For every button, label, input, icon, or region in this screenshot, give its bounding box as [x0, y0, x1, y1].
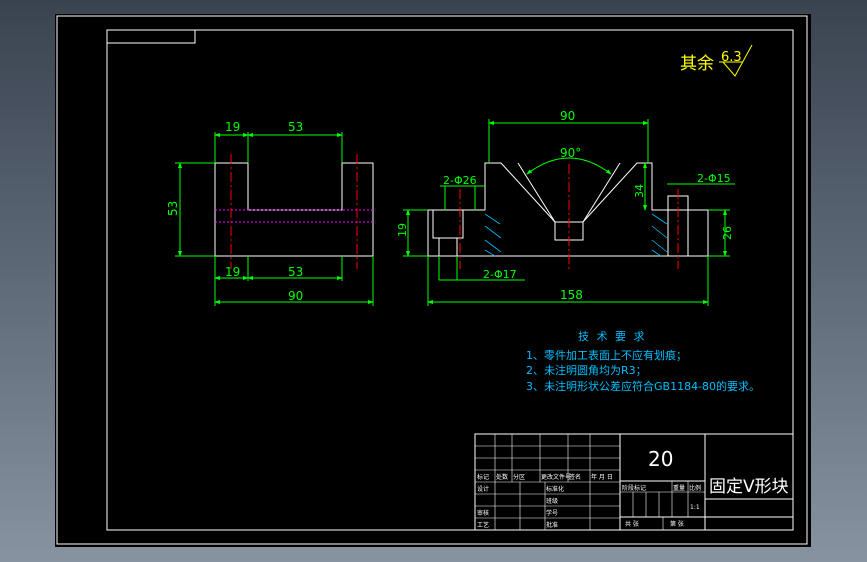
tb-review: 审核 — [477, 509, 489, 517]
side-dim-angle: 90° — [560, 146, 581, 160]
front-view-outline — [214, 162, 374, 257]
front-dim-height: 53 — [166, 201, 180, 216]
front-dim-bottom-left: 19 — [225, 265, 240, 279]
tb-student-no: 学号 — [546, 509, 558, 517]
front-dim-total: 90 — [288, 289, 303, 303]
side-hole-left-label: 2-Φ26 — [443, 174, 477, 187]
title-block: 20 固定V形块 标记 处数 分区 更改文件号 签名 年 月 日 设计 标准化 … — [474, 433, 794, 531]
front-dim-top-right: 53 — [288, 120, 303, 134]
tb-zone: 分区 — [513, 473, 525, 481]
side-dim-height-right: 26 — [721, 226, 734, 240]
roughness-label: 其余 — [680, 54, 714, 74]
tb-scale: 1:1 — [690, 504, 700, 511]
front-dim-bottom-right: 53 — [288, 265, 303, 279]
cad-canvas[interactable]: 其余 6.3 19 53 53 19 53 90 90 90° 2-Φ26 2-… — [55, 14, 811, 547]
tb-standard: 标准化 — [546, 485, 564, 493]
drawing-viewport[interactable]: 其余 6.3 19 53 53 19 53 90 90 90° 2-Φ26 2-… — [55, 14, 811, 547]
tb-design: 设计 — [477, 485, 489, 493]
tb-stage: 阶段标记 — [622, 484, 646, 492]
drawing-number-box — [106, 29, 196, 44]
front-dim-top-left: 19 — [225, 120, 240, 134]
tb-class: 班级 — [546, 497, 558, 505]
tech-item-2: 2、未注明圆角均为R3； — [526, 363, 647, 377]
tb-doc: 更改文件号 — [541, 473, 571, 481]
side-hatch-right — [651, 213, 668, 257]
side-view: 90 90° 2-Φ26 2-Φ15 34 19 26 2-Φ17 158 — [396, 109, 735, 306]
front-view: 19 53 53 19 53 90 — [166, 120, 374, 306]
side-hole-right-label: 2-Φ15 — [697, 172, 731, 185]
tb-date: 年 月 日 — [591, 473, 613, 481]
tb-sign: 签名 — [569, 473, 581, 481]
roughness-note: 其余 6.3 — [680, 44, 753, 77]
part-name: 固定V形块 — [709, 477, 789, 497]
drawing-no: 20 — [648, 447, 673, 471]
tech-item-3: 3、未注明形状公差应符合GB1184-80的要求。 — [526, 379, 760, 393]
side-dim-total: 158 — [560, 288, 583, 302]
tb-process: 工艺 — [477, 521, 489, 529]
tb-mark: 标记 — [477, 473, 489, 481]
side-dim-depth: 34 — [633, 184, 646, 198]
tech-title: 技 术 要 求 — [578, 330, 647, 343]
tb-sheet-no: 第 张 — [670, 520, 684, 528]
tb-approve: 批准 — [546, 521, 558, 529]
tb-count: 处数 — [496, 473, 508, 481]
side-hole-bottom-label: 2-Φ17 — [483, 268, 517, 281]
side-hatch-left — [484, 213, 502, 257]
side-dim-height-left: 19 — [396, 223, 409, 237]
tech-item-1: 1、零件加工表面上不应有划痕； — [526, 348, 687, 362]
sheet-outer-border — [56, 15, 808, 545]
tech-requirements: 技 术 要 求 1、零件加工表面上不应有划痕； 2、未注明圆角均为R3； 3、未… — [526, 330, 760, 393]
tb-ratio: 比例 — [689, 484, 701, 492]
side-dim-top: 90 — [560, 109, 575, 123]
tb-weight: 重量 — [673, 484, 685, 492]
tb-sheet-total: 共 张 — [625, 520, 639, 528]
side-left-counterbore — [432, 209, 464, 239]
